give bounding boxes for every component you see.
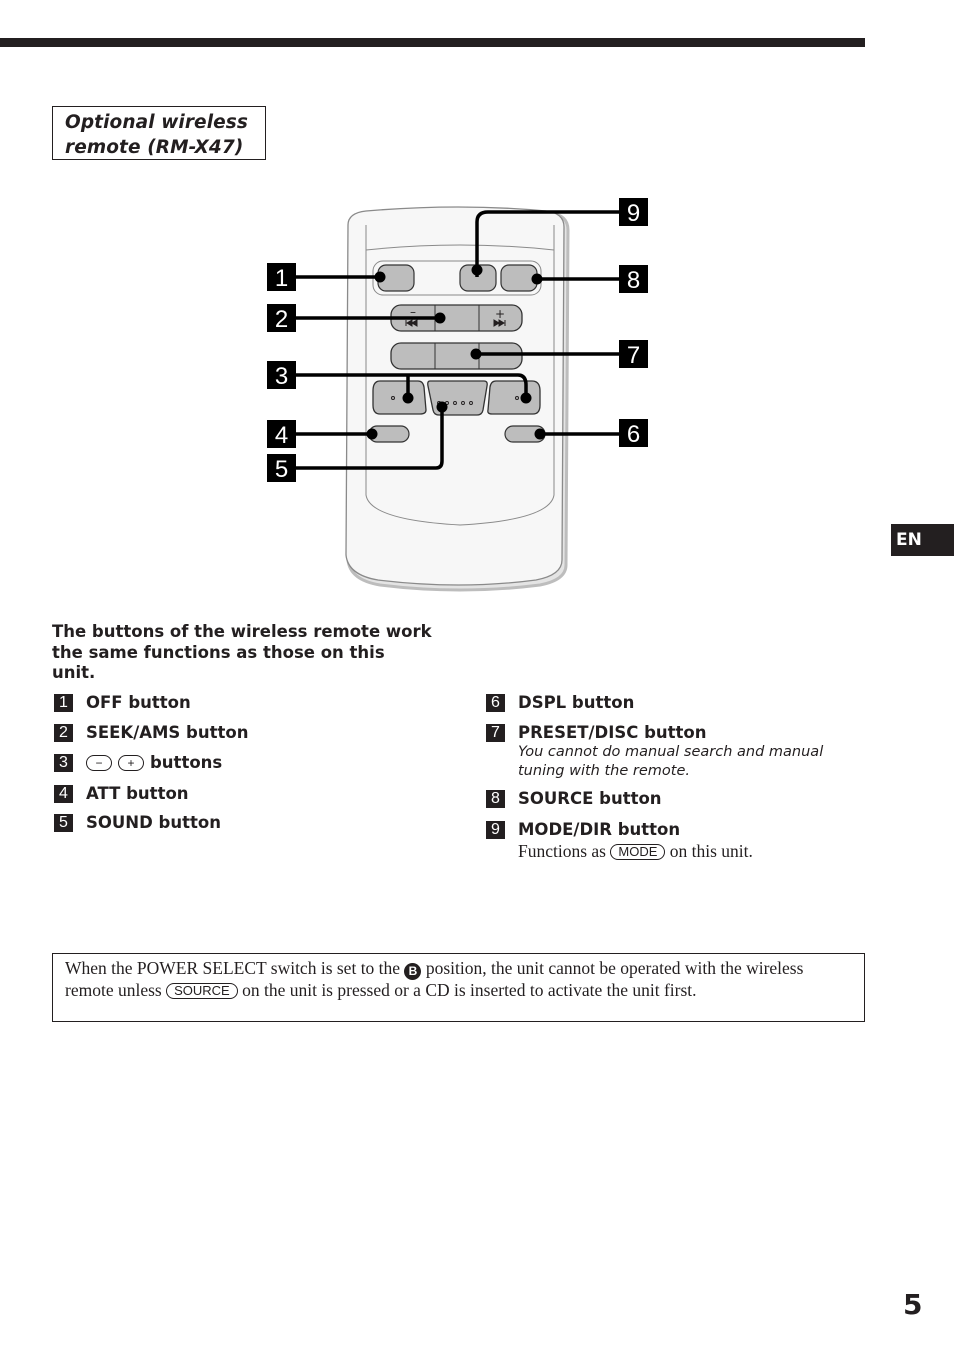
- header-rule: [0, 38, 865, 47]
- item-note: You cannot do manual search and manual t…: [518, 744, 824, 779]
- minus-button-shape[interactable]: [372, 380, 427, 415]
- notice-text: When the POWER SELECT switch is set to t…: [65, 958, 401, 978]
- callout-1: 1: [275, 265, 288, 292]
- remote-diagram: – + 1 2 3 4 5 6 7 8 9: [267, 198, 648, 592]
- note-text: Functions as: [518, 841, 606, 861]
- preset-disc-button-shape[interactable]: [390, 342, 523, 370]
- item-label: MODE/DIR button: [518, 820, 681, 839]
- list-item-att: 4 ATT button: [54, 784, 189, 804]
- item-number: 2: [54, 724, 73, 742]
- callout-9: 9: [627, 200, 640, 227]
- notice-box: When the POWER SELECT switch is set to t…: [52, 953, 865, 1022]
- list-item-mode-dir: 9 MODE/DIR button Functions as MODE on t…: [486, 820, 753, 862]
- position-b-icon: B: [404, 963, 422, 980]
- list-item-dspl: 6 DSPL button: [486, 693, 634, 713]
- item-number: 6: [486, 694, 505, 712]
- seek-plus-glyph: +: [495, 307, 505, 321]
- section-title: Optional wireless remote (RM-X47): [52, 106, 266, 160]
- item-label: SEEK/AMS button: [86, 723, 249, 742]
- sound-button-shape[interactable]: [427, 380, 488, 416]
- callout-2: 2: [275, 306, 288, 333]
- item-number: 1: [54, 694, 73, 712]
- item-label: buttons: [150, 753, 223, 772]
- item-number: 3: [54, 754, 73, 772]
- note-text: on this unit.: [669, 841, 753, 861]
- callout-7: 7: [627, 342, 640, 369]
- item-label: OFF button: [86, 693, 191, 712]
- list-item-off: 1 OFF button: [54, 693, 191, 713]
- list-item-source: 8 SOURCE button: [486, 789, 662, 809]
- language-tab: EN: [891, 524, 954, 556]
- callout-6: 6: [627, 421, 640, 448]
- item-number: 4: [54, 785, 73, 803]
- item-number: 8: [486, 790, 505, 808]
- item-label: ATT button: [86, 784, 189, 803]
- item-label: PRESET/DISC button: [518, 723, 707, 742]
- notice-text: on the unit is pressed or a CD is insert…: [242, 980, 697, 1000]
- mode-key-icon: MODE: [610, 844, 666, 860]
- item-number: 5: [54, 814, 73, 832]
- item-label: SOURCE button: [518, 789, 662, 808]
- callout-3: 3: [275, 363, 288, 390]
- item-number: 7: [486, 724, 505, 742]
- item-number: 9: [486, 821, 505, 839]
- item-label: DSPL button: [518, 693, 635, 712]
- callout-8: 8: [627, 267, 640, 294]
- list-item-preset-disc: 7 PRESET/DISC button You cannot do manua…: [486, 723, 846, 781]
- plus-key-icon: +: [118, 755, 144, 771]
- item-label: SOUND button: [86, 813, 221, 832]
- callout-5: 5: [275, 456, 288, 483]
- source-key-icon: SOURCE: [166, 983, 238, 999]
- list-item-seek-ams: 2 SEEK/AMS button: [54, 723, 248, 743]
- intro-text: The buttons of the wireless remote work …: [52, 622, 432, 682]
- callout-4: 4: [275, 422, 288, 449]
- list-item-minus-plus: 3 − + buttons: [54, 753, 222, 773]
- list-item-sound: 5 SOUND button: [54, 813, 221, 833]
- item-label-wrap: − + buttons: [86, 753, 222, 773]
- section-title-line-2: remote (RM-X47): [65, 137, 244, 158]
- plus-button-shape[interactable]: [487, 380, 541, 415]
- item-note: Functions as MODE on this unit.: [518, 840, 753, 862]
- page-number: 5: [903, 1288, 923, 1321]
- minus-key-icon: −: [86, 755, 112, 771]
- section-title-line-1: Optional wireless: [65, 112, 249, 133]
